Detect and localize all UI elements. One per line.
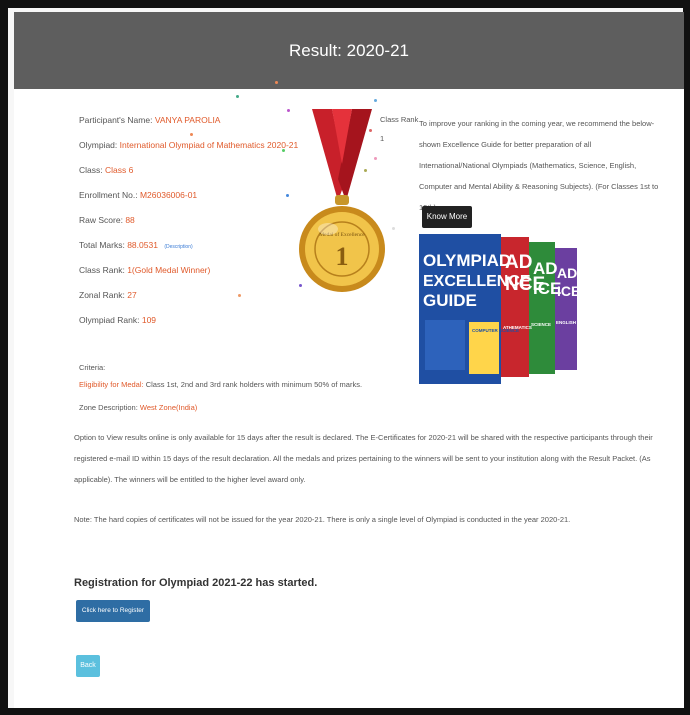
eligibility-label: Eligibility for Medal: — [79, 380, 144, 389]
svg-text:AD: AD — [533, 259, 558, 278]
class-row: Class: Class 6 — [79, 165, 133, 175]
olympiad-value: International Olympiad of Mathematics 20… — [119, 140, 299, 150]
total-marks-value: 88.0531 — [127, 240, 158, 250]
confetti-dot — [238, 294, 241, 297]
confetti-dot — [287, 109, 290, 112]
book-subject-science: SCIENCE — [531, 322, 551, 327]
hard-copy-note: Note: The hard copies of certificates wi… — [74, 515, 571, 524]
enrollment-label: Enrollment No.: — [79, 190, 138, 200]
total-marks-row: Total Marks: 88.0531 (Description) — [79, 240, 193, 250]
rank-column-value: 1 — [380, 134, 385, 143]
criteria-section: Criteria: Eligibility for Medal: Class 1… — [79, 363, 362, 412]
confetti-dot — [190, 133, 193, 136]
olympiad-row: Olympiad: International Olympiad of Math… — [79, 140, 298, 150]
book-cover-art — [425, 320, 465, 370]
class-rank-label: Class Rank: — [79, 265, 125, 275]
participant-name-label: Participant's Name: — [79, 115, 153, 125]
result-content: Participant's Name: VANYA PAROLIA Olympi… — [14, 81, 684, 708]
eligibility-row: Eligibility for Medal: Class 1st, 2nd an… — [79, 380, 362, 389]
class-value: Class 6 — [105, 165, 134, 175]
book-title-line1: OLYMPIAD — [423, 251, 511, 270]
olympiad-rank-row: Olympiad Rank: 109 — [79, 315, 156, 325]
know-more-button[interactable]: Know More — [422, 206, 472, 228]
confetti-dot — [392, 227, 395, 230]
raw-score-label: Raw Score: — [79, 215, 123, 225]
result-header: Result: 2020-21 — [14, 12, 684, 89]
class-rank-row: Class Rank: 1(Gold Medal Winner) — [79, 265, 210, 275]
medal-shine — [318, 223, 338, 235]
class-rank-value: 1(Gold Medal Winner) — [127, 265, 211, 275]
back-button[interactable]: Back — [76, 655, 100, 677]
svg-text:ICE: ICE — [557, 283, 580, 299]
raw-score-value: 88 — [125, 215, 135, 225]
confetti-dot — [236, 95, 239, 98]
gold-medal-icon: Medal of Excellence 1 — [299, 109, 385, 292]
total-marks-label: Total Marks: — [79, 240, 125, 250]
results-availability-note: Option to View results online is only av… — [74, 433, 653, 484]
enrollment-row: Enrollment No.: M26036006-01 — [79, 190, 197, 200]
class-label: Class: — [79, 165, 103, 175]
book-subject-math: ATHEMATICS — [503, 325, 532, 330]
recommendation-text: To improve your ranking in the coming ye… — [419, 119, 659, 212]
zone-value: West Zone(India) — [139, 403, 198, 412]
participant-name-row: Participant's Name: VANYA PAROLIA — [79, 115, 220, 125]
enrollment-value: M26036006-01 — [139, 190, 198, 200]
registration-title: Registration for Olympiad 2021-22 has st… — [74, 577, 318, 589]
description-link[interactable]: (Description) — [164, 244, 192, 250]
raw-score-row: Raw Score: 88 — [79, 215, 135, 225]
participant-name-value: VANYA PAROLIA — [154, 115, 221, 125]
zone-label: Zone Description: — [79, 403, 138, 412]
medal-ring — [335, 195, 349, 205]
book-subject-english: ENGLISH — [556, 320, 576, 325]
olympiad-rank-value: 109 — [141, 315, 157, 325]
confetti-dot — [374, 99, 377, 102]
confetti-dot — [275, 81, 278, 84]
zonal-rank-value: 27 — [127, 290, 137, 300]
excellence-guide-books-image[interactable]: OLYMPIAD EXCELLENCE GUIDE AD NCE AD ICE … — [419, 234, 589, 384]
eligibility-text: Class 1st, 2nd and 3rd rank holders with… — [145, 380, 363, 389]
rank-column-header: Class Rank — [380, 115, 419, 124]
zonal-rank-row: Zonal Rank: 27 — [79, 290, 137, 300]
olympiad-label: Olympiad: — [79, 140, 118, 150]
criteria-title: Criteria: — [79, 363, 106, 372]
book-title-line3: GUIDE — [423, 291, 477, 310]
confetti-dot — [286, 194, 289, 197]
svg-text:AD: AD — [557, 265, 577, 281]
medal-numeral: 1 — [336, 242, 349, 271]
page-title: Result: 2020-21 — [288, 41, 410, 60]
register-button[interactable]: Click here to Register — [76, 600, 150, 622]
svg-text:AD: AD — [505, 252, 532, 273]
rank-column: Class Rank 1 — [380, 115, 418, 153]
olympiad-rank-label: Olympiad Rank: — [79, 315, 140, 325]
zonal-rank-label: Zonal Rank: — [79, 290, 125, 300]
zone-row: Zone Description: West Zone(India) — [79, 403, 362, 412]
